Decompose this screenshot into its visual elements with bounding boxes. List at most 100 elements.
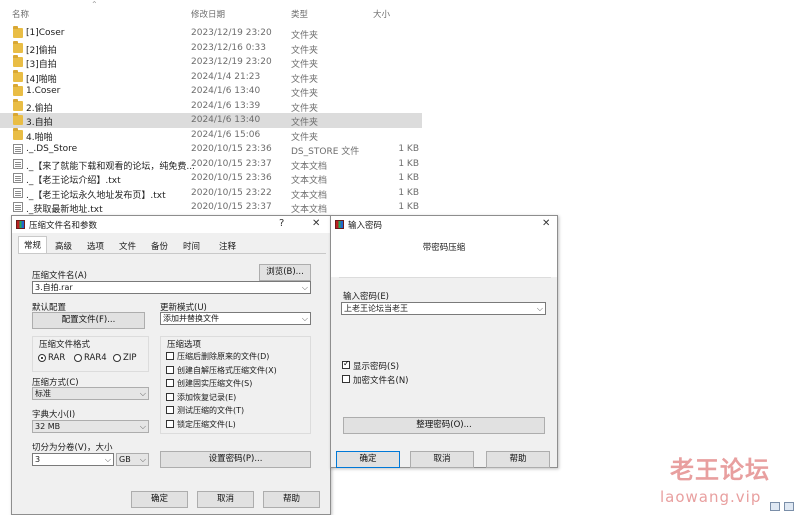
archive-name-field[interactable]: 3.自拍.rar ⌵ [32, 281, 311, 294]
file-name: 1.Coser [26, 86, 61, 96]
file-type: 文件夹 [291, 60, 319, 70]
column-header-size[interactable]: 大小 [373, 8, 390, 20]
dictionary-size-select[interactable]: 32 MB ⌵ [32, 420, 149, 433]
tab-5[interactable]: 时间 [178, 238, 205, 253]
file-icon [13, 202, 23, 212]
file-row[interactable]: ._【来了就能下载和观看的论坛，纯免费... 2020/10/15 23:37 文本… [0, 157, 422, 172]
file-row[interactable]: 4.啪啪 2024/1/6 15:06 文件夹 [0, 127, 422, 143]
help-icon[interactable]: ? [279, 218, 284, 229]
file-type: 文件夹 [291, 89, 319, 99]
tab-4[interactable]: 备份 [146, 238, 173, 253]
file-type: 文件夹 [291, 74, 319, 85]
option-checkbox[interactable] [166, 406, 174, 415]
file-icon [13, 144, 23, 154]
dialog-titlebar: 输入密码 ✕ [331, 216, 557, 233]
file-size: 1 KB [398, 158, 419, 169]
column-header-date[interactable]: 修改日期 [191, 8, 225, 20]
close-icon[interactable]: ✕ [312, 218, 320, 229]
compression-method-value: 标准 [35, 389, 51, 398]
archive-format-group: 压缩文件格式 RAR RAR4 ZIP [32, 336, 149, 372]
compression-method-select[interactable]: 标准 ⌵ [32, 387, 149, 400]
file-name: 2.偷拍 [26, 103, 53, 114]
folder-icon [13, 113, 23, 125]
file-type: 文件夹 [291, 118, 319, 128]
format-zip-radio[interactable] [113, 354, 121, 362]
option-checkbox[interactable] [166, 379, 174, 388]
file-date: 2020/10/15 23:37 [191, 158, 272, 169]
help-button[interactable]: 帮助 [263, 491, 320, 508]
tab-0[interactable]: 常规 [18, 236, 48, 254]
file-row[interactable]: [1]Coser 2023/12/19 23:20 文件夹 [0, 26, 422, 41]
file-row[interactable]: ._【老王论坛永久地址发布页】.txt 2020/10/15 23:22 文本文档 1… [0, 186, 422, 201]
option-label: 锁定压缩文件(L) [177, 420, 236, 429]
format-rar-radio[interactable] [38, 354, 46, 362]
file-row[interactable]: 3.自拍 2024/1/6 13:40 文件夹 [0, 113, 422, 128]
tray-icon[interactable] [784, 502, 794, 511]
tab-3[interactable]: 文件 [114, 238, 141, 253]
option-label: 创建自解压格式压缩文件(X) [177, 365, 277, 375]
split-size-field[interactable]: 3 ⌵ [32, 453, 114, 466]
cancel-button[interactable]: 取消 [197, 491, 254, 508]
split-unit-select[interactable]: GB ⌵ [116, 453, 149, 466]
file-row[interactable]: ._.DS_Store 2020/10/15 23:36 DS_STORE 文件 1 … [0, 142, 422, 157]
option-checkbox[interactable] [166, 365, 174, 374]
set-password-button[interactable]: 设置密码(P)... [160, 451, 311, 468]
option-label: 压缩后删除原来的文件(D) [177, 352, 270, 361]
help-button[interactable]: 帮助 [486, 451, 550, 468]
archive-name-value: 3.自拍.rar [35, 283, 73, 292]
tray-icon[interactable] [770, 502, 780, 511]
option-checkbox[interactable] [166, 352, 174, 360]
show-password-checkbox[interactable] [342, 359, 350, 369]
browse-button[interactable]: 浏览(B)... [259, 264, 311, 281]
split-unit-value: GB [119, 455, 131, 464]
file-row[interactable]: [3]自拍 2023/12/19 23:20 文件夹 [0, 55, 422, 70]
header-divider [339, 277, 551, 278]
password-input[interactable]: 上老王论坛当老王 ⌵ [341, 302, 546, 315]
format-rar4-radio[interactable] [74, 354, 82, 362]
file-size: 1 KB [398, 187, 419, 198]
file-date: 2024/1/6 15:06 [191, 129, 261, 140]
file-row[interactable]: 2.偷拍 2024/1/6 13:39 文件夹 [0, 98, 422, 114]
file-date: 2024/1/6 13:40 [191, 115, 261, 125]
folder-icon [13, 55, 23, 67]
ok-button[interactable]: 确定 [131, 491, 188, 508]
watermark-url-text: laowang.vip [660, 488, 762, 506]
file-size: 1 KB [398, 173, 419, 183]
file-type: 文件夹 [291, 103, 319, 114]
column-header-name[interactable]: 名称 [12, 8, 29, 20]
encrypt-filenames-checkbox[interactable] [342, 375, 350, 383]
file-row[interactable]: 1.Coser 2024/1/6 13:40 文件夹 [0, 84, 422, 99]
tab-2[interactable]: 选项 [82, 238, 109, 253]
organize-passwords-button[interactable]: 整理密码(O)... [343, 417, 545, 434]
archive-options-label: 压缩选项 [167, 340, 202, 350]
winrar-app-icon [335, 220, 344, 229]
file-row[interactable]: ._【老王论坛介绍】.txt 2020/10/15 23:36 文本文档 1 KB [0, 171, 422, 186]
password-label: 输入密码(E) [343, 292, 390, 302]
cancel-button[interactable]: 取消 [410, 451, 474, 468]
dictionary-size-value: 32 MB [35, 422, 61, 431]
profiles-button[interactable]: 配置文件(F)... [32, 312, 145, 329]
update-mode-select[interactable]: 添加并替换文件 ⌵ [160, 312, 311, 325]
format-rar-label: RAR [48, 353, 66, 363]
ok-button[interactable]: 确定 [336, 451, 400, 468]
file-row[interactable]: ._获取最新地址.txt 2020/10/15 23:37 文本文档 1 KB [0, 200, 422, 215]
tab-6[interactable]: 注释 [214, 238, 241, 253]
file-date: 2023/12/16 0:33 [191, 42, 266, 53]
split-volumes-label: 切分为分卷(V)，大小 [32, 443, 113, 453]
option-label: 测试压缩的文件(T) [177, 406, 245, 416]
close-icon[interactable]: ✕ [542, 218, 550, 229]
chevron-down-icon: ⌵ [104, 455, 111, 464]
file-type: 文本文档 [291, 176, 328, 186]
file-type: 文件夹 [291, 132, 319, 143]
option-checkbox[interactable] [166, 392, 174, 401]
tab-1[interactable]: 高级 [50, 238, 77, 253]
file-name: ._【老王论坛永久地址发布页】.txt [26, 190, 166, 201]
option-checkbox[interactable] [166, 420, 174, 428]
file-type: 文本文档 [291, 161, 328, 172]
file-size: 1 KB [398, 202, 419, 212]
file-row[interactable]: [2]偷拍 2023/12/16 0:33 文件夹 [0, 40, 422, 56]
chevron-down-icon: ⌵ [301, 283, 308, 292]
file-type: 文件夹 [291, 31, 319, 41]
column-header-type[interactable]: 类型 [291, 8, 308, 20]
file-row[interactable]: [4]啪啪 2024/1/4 21:23 文件夹 [0, 69, 422, 85]
